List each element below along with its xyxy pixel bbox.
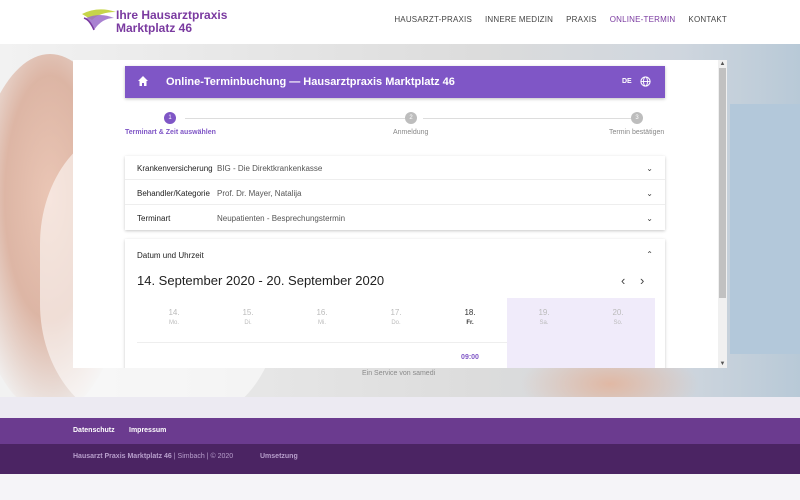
day-weekday: Do.: [391, 320, 401, 326]
date-time-header[interactable]: Datum und Uhrzeit: [137, 251, 204, 260]
practitioner-select[interactable]: Behandler/Kategorie Prof. Dr. Mayer, Nat…: [125, 181, 665, 205]
scrollbar-thumb[interactable]: [719, 68, 726, 298]
insurance-label: Krankenversicherung: [137, 164, 213, 173]
logo-icon: [82, 9, 116, 31]
logo[interactable]: Ihre Hausarztpraxis Marktplatz 46: [80, 6, 240, 38]
appointment-type-label: Terminart: [137, 214, 171, 223]
chevron-down-icon: ⌄: [646, 189, 653, 198]
step-3-dot: 3: [631, 112, 643, 124]
day-column-weekend: 20. So.: [581, 298, 655, 368]
chevron-up-icon[interactable]: ⌃: [646, 250, 653, 259]
practitioner-label: Behandler/Kategorie: [137, 189, 210, 198]
day-number: 14.: [168, 308, 180, 317]
footer-spacer: [0, 397, 800, 418]
day-weekday: Mo.: [168, 320, 179, 326]
globe-icon[interactable]: [640, 76, 651, 87]
step-3-label: Termin bestätigen: [609, 129, 665, 136]
day-column-weekend: 19. Sa.: [507, 298, 581, 368]
day-weekday: Di.: [244, 320, 252, 326]
date-time-card: Datum und Uhrzeit ⌃ 14. September 2020 -…: [125, 239, 665, 368]
step-1-label: Terminart & Zeit auswählen: [125, 129, 216, 136]
scroll-down-icon[interactable]: ▼: [718, 360, 727, 368]
footer-credit-link[interactable]: Umsetzung: [260, 453, 298, 460]
logo-text: Ihre Hausarztpraxis Marktplatz 46: [116, 8, 228, 35]
scroll-up-icon[interactable]: ▲: [718, 60, 727, 68]
footer-link-impressum[interactable]: Impressum: [129, 427, 166, 434]
time-slot[interactable]: 09:00: [433, 354, 507, 361]
chevron-down-icon: ⌄: [646, 164, 653, 173]
footer-links: Datenschutz Impressum: [0, 418, 800, 444]
main-navigation: HAUSARZT-PRAXIS INNERE MEDIZIN PRAXIS ON…: [394, 15, 727, 24]
booking-stepper: 1 Terminart & Zeit auswählen 2 Anmeldung…: [125, 112, 665, 142]
nav-innere-medizin[interactable]: INNERE MEDIZIN: [485, 15, 553, 24]
footer-link-datenschutz[interactable]: Datenschutz: [73, 427, 115, 434]
nav-online-termin[interactable]: ONLINE-TERMIN: [610, 15, 676, 24]
home-icon[interactable]: [137, 75, 149, 87]
stepper-line: [185, 118, 407, 119]
page-bottom: [0, 474, 800, 500]
day-column: 14. Mo.: [137, 298, 211, 368]
nav-hausarzt-praxis[interactable]: HAUSARZT-PRAXIS: [394, 15, 472, 24]
day-weekday: So.: [613, 320, 623, 326]
week-calendar: 14. Mo. 15. Di. 16. Mi. 17. Do. 18. Fr. …: [137, 298, 655, 368]
insurance-select[interactable]: Krankenversicherung BIG - Die Direktkran…: [125, 156, 665, 180]
footer-copyright-rest: | Simbach | © 2020: [171, 453, 234, 460]
day-number: 17.: [390, 308, 402, 317]
day-weekday: Fr.: [466, 320, 474, 326]
day-number: 16.: [316, 308, 328, 317]
day-column-today: 18. Fr. 09:00: [433, 298, 507, 368]
selection-card: Krankenversicherung BIG - Die Direktkran…: [125, 156, 665, 230]
next-week-button[interactable]: ›: [640, 273, 644, 288]
day-column: 16. Mi.: [285, 298, 359, 368]
nav-praxis[interactable]: PRAXIS: [566, 15, 597, 24]
day-number: 18.: [464, 308, 476, 317]
booking-title-bar: Online-Terminbuchung — Hausarztpraxis Ma…: [125, 66, 665, 98]
step-2-dot: 2: [405, 112, 417, 124]
booking-title: Online-Terminbuchung — Hausarztpraxis Ma…: [166, 76, 455, 88]
hero-caption: Ein Service von samedi: [362, 370, 436, 377]
site-header: Ihre Hausarztpraxis Marktplatz 46 HAUSAR…: [0, 0, 800, 44]
practitioner-value: Prof. Dr. Mayer, Natalija: [217, 189, 302, 198]
step-2-label: Anmeldung: [393, 129, 429, 136]
day-weekday: Mi.: [318, 320, 326, 326]
day-column: 17. Do.: [359, 298, 433, 368]
week-range: 14. September 2020 - 20. September 2020: [137, 273, 385, 288]
appointment-type-value: Neupatienten - Besprechungstermin: [217, 214, 346, 223]
chevron-down-icon: ⌄: [646, 214, 653, 223]
day-number: 20.: [612, 308, 624, 317]
day-weekday: Sa.: [539, 320, 549, 326]
widget-scrollbar[interactable]: ▲ ▼: [718, 60, 727, 368]
hero-window-shape: [730, 104, 800, 354]
booking-widget: Online-Terminbuchung — Hausarztpraxis Ma…: [73, 60, 727, 368]
footer-copyright-name: Hausarzt Praxis Marktplatz 46: [73, 453, 172, 460]
day-number: 15.: [242, 308, 254, 317]
nav-kontakt[interactable]: KONTAKT: [688, 15, 727, 24]
language-selector[interactable]: DE: [622, 78, 632, 85]
appointment-type-select[interactable]: Terminart Neupatienten - Besprechungster…: [125, 206, 665, 230]
footer-bottom: Hausarzt Praxis Marktplatz 46 | Simbach …: [0, 444, 800, 474]
stepper-line: [423, 118, 633, 119]
day-number: 19.: [538, 308, 550, 317]
step-1-dot: 1: [164, 112, 176, 124]
day-column: 15. Di.: [211, 298, 285, 368]
previous-week-button[interactable]: ‹: [621, 273, 625, 288]
insurance-value: BIG - Die Direktkrankenkasse: [217, 164, 323, 173]
footer-copyright: Hausarzt Praxis Marktplatz 46 | Simbach …: [73, 453, 233, 460]
